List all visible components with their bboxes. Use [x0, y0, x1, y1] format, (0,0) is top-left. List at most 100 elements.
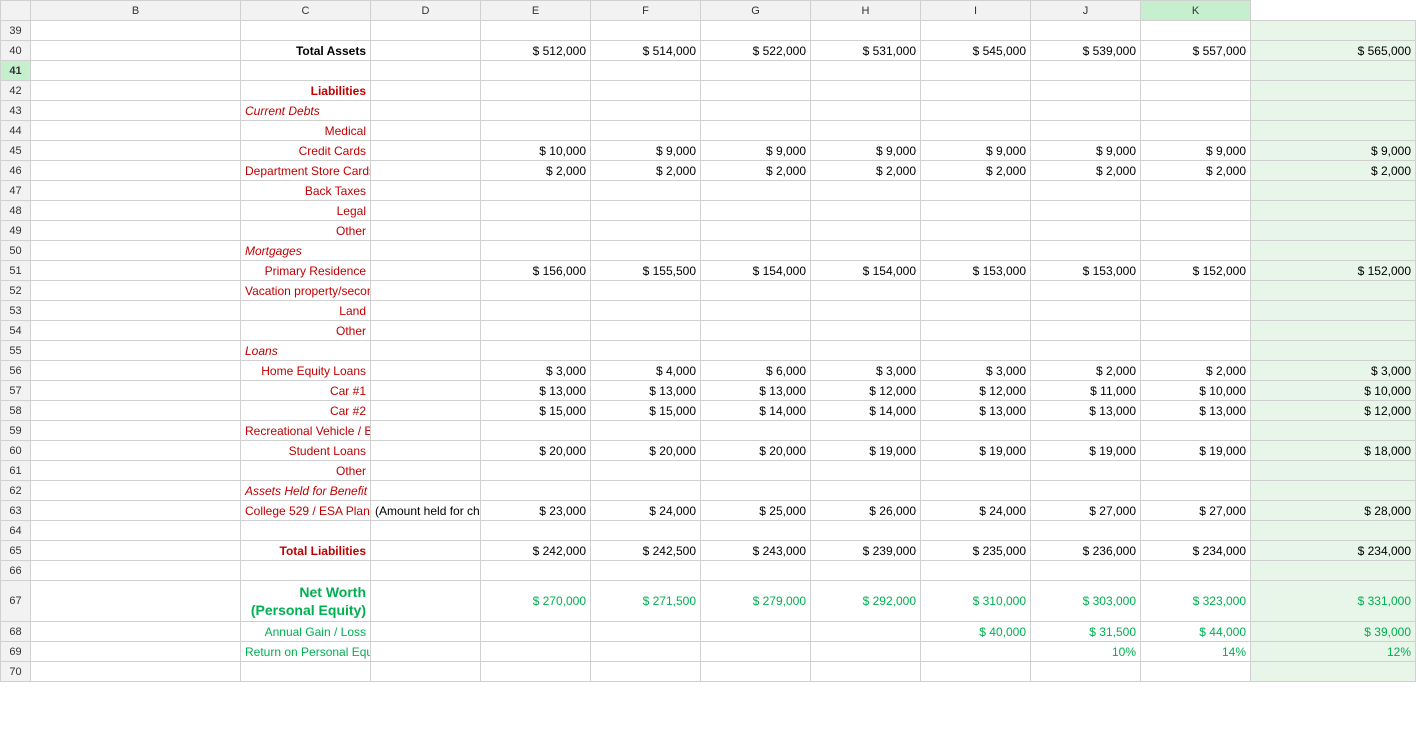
cell-i55[interactable]: [1031, 341, 1141, 361]
cell-j58[interactable]: $ 13,000: [1141, 401, 1251, 421]
cell-d41[interactable]: [481, 61, 591, 81]
cell-a51[interactable]: [31, 261, 241, 281]
cell-j60[interactable]: $ 19,000: [1141, 441, 1251, 461]
cell-b68[interactable]: Annual Gain / Loss: [241, 622, 371, 642]
cell-i63[interactable]: $ 27,000: [1031, 501, 1141, 521]
cell-b69[interactable]: Return on Personal Equity: [241, 642, 371, 662]
cell-k54[interactable]: [1251, 321, 1416, 341]
cell-f62[interactable]: [701, 481, 811, 501]
cell-f68[interactable]: [701, 622, 811, 642]
cell-h39[interactable]: [921, 21, 1031, 41]
cell-i59[interactable]: [1031, 421, 1141, 441]
cell-a47[interactable]: [31, 181, 241, 201]
cell-k45[interactable]: $ 9,000: [1251, 141, 1416, 161]
cell-d70[interactable]: [481, 662, 591, 682]
cell-j55[interactable]: [1141, 341, 1251, 361]
cell-i44[interactable]: [1031, 121, 1141, 141]
cell-a63[interactable]: [31, 501, 241, 521]
cell-e40[interactable]: $ 514,000: [591, 41, 701, 61]
cell-f43[interactable]: [701, 101, 811, 121]
cell-d50[interactable]: [481, 241, 591, 261]
cell-b60[interactable]: Student Loans: [241, 441, 371, 461]
cell-b46[interactable]: Department Store Cards: [241, 161, 371, 181]
cell-c54[interactable]: [371, 321, 481, 341]
cell-c43[interactable]: [371, 101, 481, 121]
cell-i67[interactable]: $ 303,000: [1031, 581, 1141, 622]
cell-c57[interactable]: [371, 381, 481, 401]
cell-c53[interactable]: [371, 301, 481, 321]
cell-g53[interactable]: [811, 301, 921, 321]
cell-h48[interactable]: [921, 201, 1031, 221]
cell-c49[interactable]: [371, 221, 481, 241]
cell-d61[interactable]: [481, 461, 591, 481]
cell-k46[interactable]: $ 2,000: [1251, 161, 1416, 181]
cell-e68[interactable]: [591, 622, 701, 642]
cell-d53[interactable]: [481, 301, 591, 321]
cell-g43[interactable]: [811, 101, 921, 121]
cell-a58[interactable]: [31, 401, 241, 421]
col-header-d[interactable]: D: [371, 1, 481, 21]
cell-e42[interactable]: [591, 81, 701, 101]
cell-h54[interactable]: [921, 321, 1031, 341]
cell-k50[interactable]: [1251, 241, 1416, 261]
cell-i49[interactable]: [1031, 221, 1141, 241]
cell-e55[interactable]: [591, 341, 701, 361]
cell-c52[interactable]: [371, 281, 481, 301]
cell-h66[interactable]: [921, 561, 1031, 581]
cell-k41[interactable]: [1251, 61, 1416, 81]
cell-d43[interactable]: [481, 101, 591, 121]
cell-h63[interactable]: $ 24,000: [921, 501, 1031, 521]
cell-e52[interactable]: [591, 281, 701, 301]
col-header-j[interactable]: J: [1031, 1, 1141, 21]
cell-i62[interactable]: [1031, 481, 1141, 501]
cell-f54[interactable]: [701, 321, 811, 341]
cell-c44[interactable]: [371, 121, 481, 141]
cell-a45[interactable]: [31, 141, 241, 161]
cell-c63[interactable]: (Amount held for children.: [371, 501, 481, 521]
cell-j44[interactable]: [1141, 121, 1251, 141]
cell-k48[interactable]: [1251, 201, 1416, 221]
cell-k52[interactable]: [1251, 281, 1416, 301]
col-header-h[interactable]: H: [811, 1, 921, 21]
cell-i45[interactable]: $ 9,000: [1031, 141, 1141, 161]
cell-g49[interactable]: [811, 221, 921, 241]
cell-h43[interactable]: [921, 101, 1031, 121]
cell-g67[interactable]: $ 292,000: [811, 581, 921, 622]
cell-i64[interactable]: [1031, 521, 1141, 541]
cell-c39[interactable]: [371, 21, 481, 41]
cell-b64[interactable]: [241, 521, 371, 541]
cell-k59[interactable]: [1251, 421, 1416, 441]
cell-f51[interactable]: $ 154,000: [701, 261, 811, 281]
cell-k51[interactable]: $ 152,000: [1251, 261, 1416, 281]
cell-h46[interactable]: $ 2,000: [921, 161, 1031, 181]
cell-e69[interactable]: [591, 642, 701, 662]
cell-g40[interactable]: $ 531,000: [811, 41, 921, 61]
cell-k49[interactable]: [1251, 221, 1416, 241]
cell-b48[interactable]: Legal: [241, 201, 371, 221]
cell-k56[interactable]: $ 3,000: [1251, 361, 1416, 381]
cell-c46[interactable]: [371, 161, 481, 181]
cell-b59[interactable]: Recreational Vehicle / Boat: [241, 421, 371, 441]
cell-e57[interactable]: $ 13,000: [591, 381, 701, 401]
cell-b61[interactable]: Other: [241, 461, 371, 481]
cell-f42[interactable]: [701, 81, 811, 101]
cell-h70[interactable]: [921, 662, 1031, 682]
cell-b56[interactable]: Home Equity Loans: [241, 361, 371, 381]
cell-b67[interactable]: Net Worth (Personal Equity): [241, 581, 371, 622]
cell-j64[interactable]: [1141, 521, 1251, 541]
cell-e43[interactable]: [591, 101, 701, 121]
cell-j46[interactable]: $ 2,000: [1141, 161, 1251, 181]
cell-c61[interactable]: [371, 461, 481, 481]
cell-b43[interactable]: Current Debts: [241, 101, 371, 121]
cell-i70[interactable]: [1031, 662, 1141, 682]
cell-h51[interactable]: $ 153,000: [921, 261, 1031, 281]
cell-f47[interactable]: [701, 181, 811, 201]
cell-h61[interactable]: [921, 461, 1031, 481]
cell-c42[interactable]: [371, 81, 481, 101]
col-header-g[interactable]: G: [701, 1, 811, 21]
cell-d66[interactable]: [481, 561, 591, 581]
cell-b39[interactable]: [241, 21, 371, 41]
cell-j40[interactable]: $ 557,000: [1141, 41, 1251, 61]
cell-a43[interactable]: [31, 101, 241, 121]
cell-c48[interactable]: [371, 201, 481, 221]
